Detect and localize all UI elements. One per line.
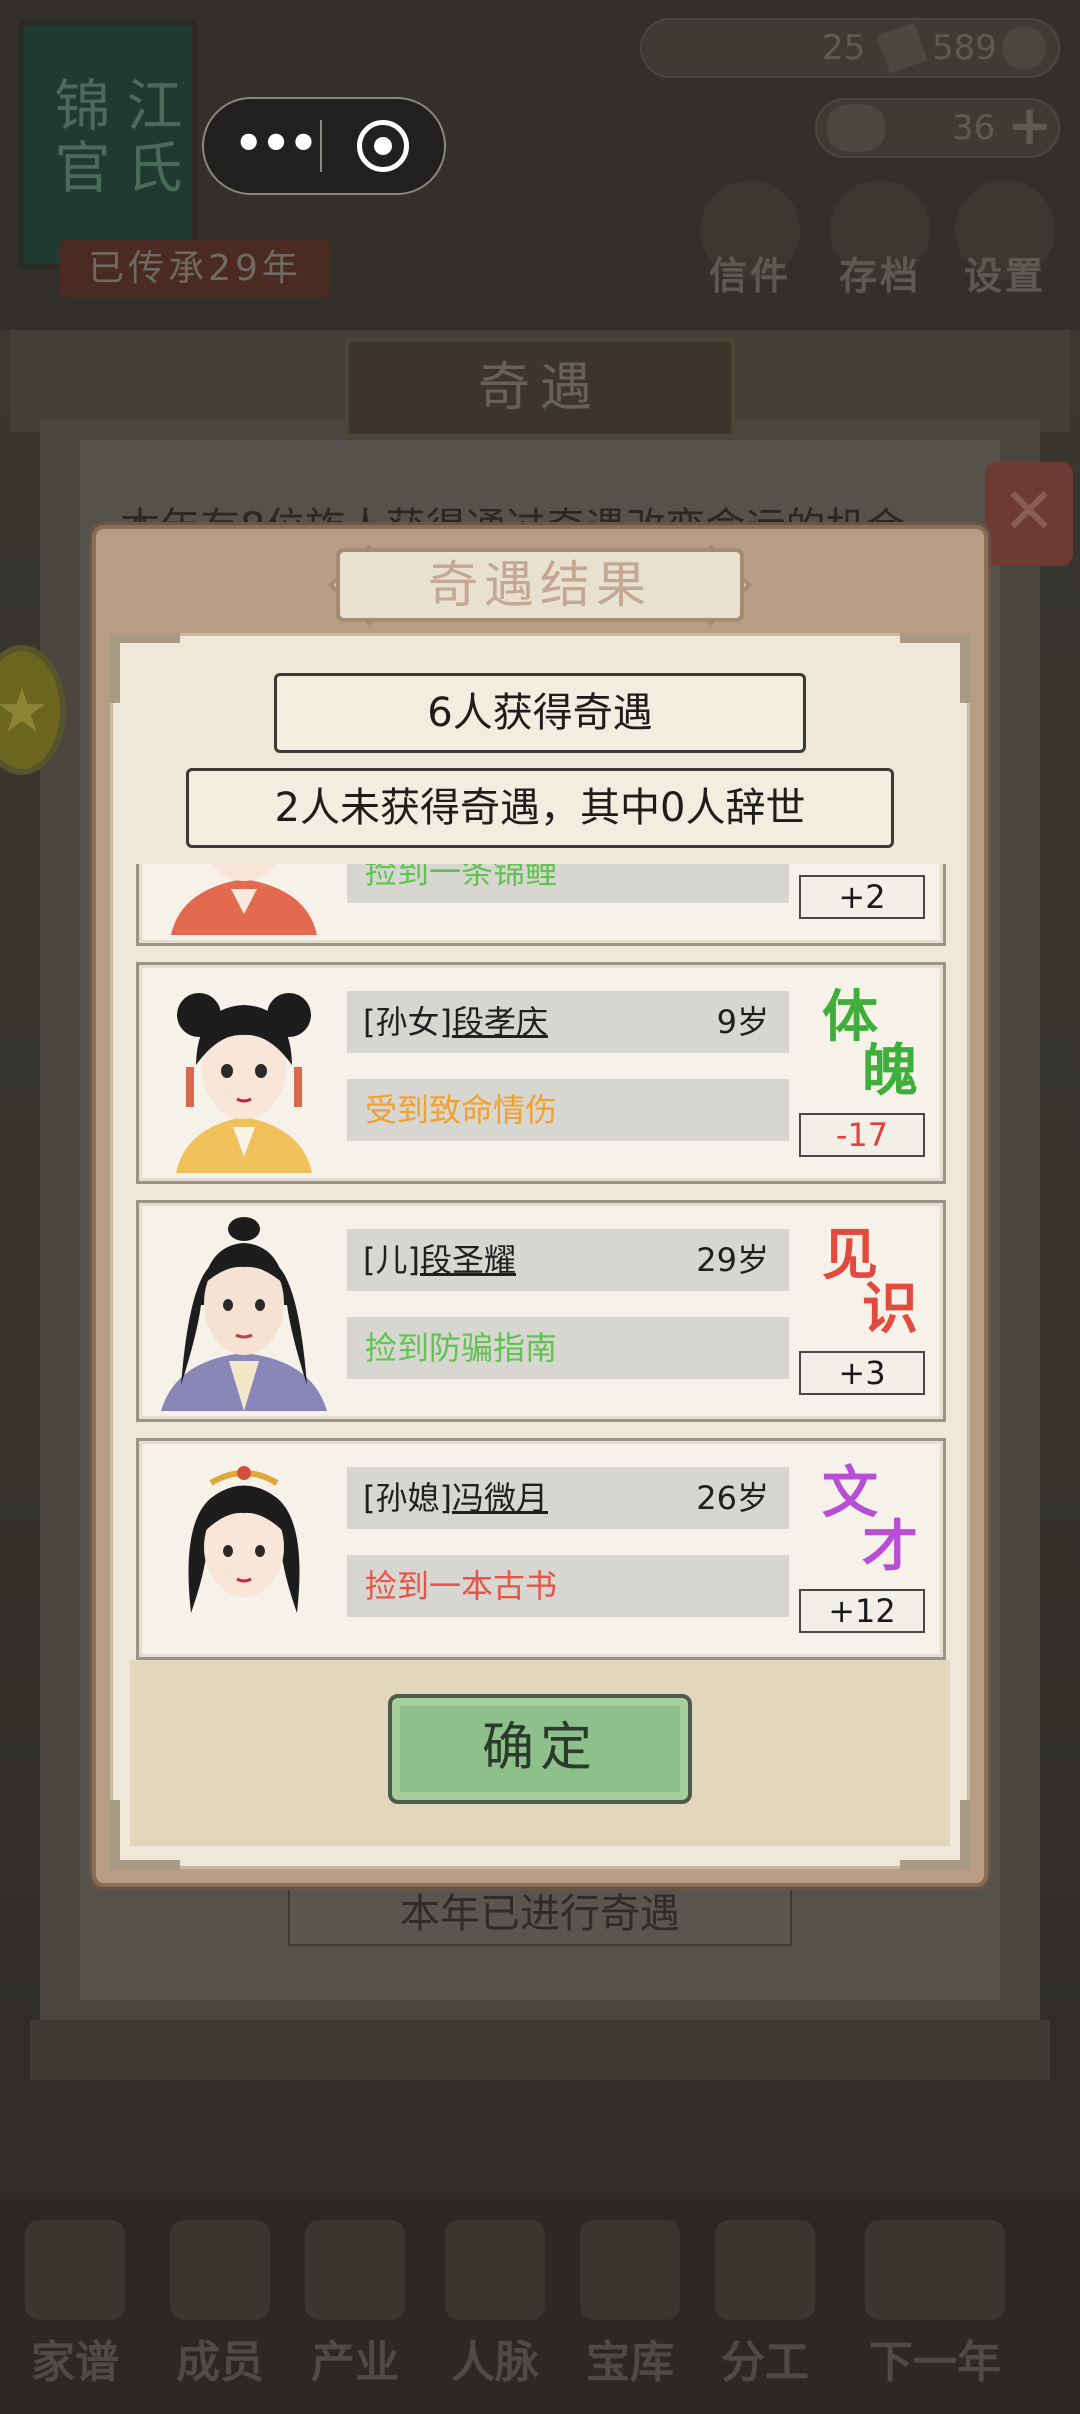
- list-item: [孙女]段孝庆 9岁 受到致命情伤 体 魄 -17: [136, 962, 946, 1184]
- member-name[interactable]: 段孝庆: [452, 1003, 548, 1041]
- member-name-row: [孙女]段孝庆 9岁: [347, 991, 789, 1053]
- clan-plaque: 锦官 江氏: [18, 20, 198, 270]
- encounter-list[interactable]: 捡到一条锦鲤 资 +2: [130, 864, 950, 1660]
- clan-char-1: 锦: [45, 76, 110, 138]
- inherit-years-label: 已传承29年: [60, 240, 330, 298]
- member-name[interactable]: 冯微月: [452, 1479, 548, 1517]
- member-age: 9岁: [716, 1003, 769, 1041]
- event-text: 受到致命情伤: [347, 1079, 789, 1141]
- avatar: [151, 977, 337, 1173]
- save-label: 存档: [838, 254, 921, 298]
- stat-char-2: 识: [862, 1276, 918, 1342]
- event-text: 捡到一条锦鲤: [347, 864, 789, 903]
- close-miniapp-icon-dot: [374, 137, 392, 155]
- next-year-icon: [865, 2220, 1005, 2320]
- stat-delta: +2: [799, 875, 925, 919]
- panel-bottom-frame: [30, 2020, 1050, 2080]
- modal-title: 奇遇结果: [336, 548, 744, 622]
- settings-label: 设置: [963, 254, 1046, 298]
- members-icon: [170, 2220, 270, 2320]
- nav-next-year[interactable]: 下一年: [845, 2220, 1025, 2388]
- currency-bar: 25 589: [640, 18, 1060, 78]
- stat-delta: -17: [799, 1113, 925, 1157]
- event-text: 捡到防骗指南: [347, 1317, 789, 1379]
- corner-ornament: [900, 1800, 970, 1870]
- member-name-row: [儿]段圣耀 29岁: [347, 1229, 789, 1291]
- gold-ingot-icon: [827, 104, 885, 152]
- summary-gained: 6人获得奇遇: [274, 673, 806, 753]
- corner-ornament: [900, 633, 970, 703]
- summary-missed: 2人未获得奇遇，其中0人辞世: [186, 768, 894, 848]
- avatar: [151, 1453, 337, 1649]
- avatar: [151, 864, 337, 935]
- stat-char-2: 魄: [862, 1038, 918, 1104]
- division-icon: [715, 2220, 815, 2320]
- stat-char-2: 才: [862, 1514, 918, 1580]
- done-status-label: 本年已进行奇遇: [288, 1882, 792, 1946]
- corner-ornament: [110, 633, 180, 703]
- gold-bar[interactable]: 36 +: [815, 98, 1060, 158]
- nav-members[interactable]: 成员: [150, 2220, 290, 2388]
- corner-ornament: [110, 1800, 180, 1870]
- gold-value: 36: [952, 108, 996, 148]
- treasury-icon: [580, 2220, 680, 2320]
- nav-treasury[interactable]: 宝库: [560, 2220, 700, 2388]
- currency-2-value: 589: [932, 28, 997, 68]
- stat-delta: +3: [799, 1351, 925, 1395]
- clan-char-4: 氏: [117, 138, 182, 200]
- network-icon: [445, 2220, 545, 2320]
- capsule-divider: [320, 120, 322, 172]
- list-item: [儿]段圣耀 29岁 捡到防骗指南 见 识 +3: [136, 1200, 946, 1422]
- nav-division[interactable]: 分工: [695, 2220, 835, 2388]
- close-icon[interactable]: ✕: [985, 462, 1073, 566]
- clan-char-3: 官: [45, 138, 110, 200]
- member-name[interactable]: 段圣耀: [420, 1241, 516, 1279]
- ticket-icon: [876, 22, 928, 74]
- nav-network[interactable]: 人脉: [425, 2220, 565, 2388]
- currency-1-value: 25: [822, 28, 866, 68]
- bottom-strip: [0, 2090, 1080, 2190]
- add-icon[interactable]: +: [1007, 98, 1052, 154]
- stat-delta: +12: [799, 1589, 925, 1633]
- genealogy-icon: [25, 2220, 125, 2320]
- member-name-row: [孙媳]冯微月 26岁: [347, 1467, 789, 1529]
- industry-icon: [305, 2220, 405, 2320]
- letter-label: 信件: [708, 254, 791, 298]
- coin-icon: [1002, 26, 1046, 70]
- member-age: 26岁: [696, 1479, 769, 1517]
- member-age: 29岁: [696, 1241, 769, 1279]
- list-item: 捡到一条锦鲤 资 +2: [136, 864, 946, 946]
- nav-genealogy[interactable]: 家谱: [5, 2220, 145, 2388]
- confirm-button[interactable]: 确定: [388, 1694, 692, 1804]
- panel-title: 奇遇: [345, 338, 735, 438]
- stat-char-2: 资: [851, 864, 921, 867]
- event-text: 捡到一本古书: [347, 1555, 789, 1617]
- clan-char-2: 江: [117, 76, 182, 138]
- nav-industry[interactable]: 产业: [285, 2220, 425, 2388]
- avatar: [151, 1215, 337, 1411]
- list-item: [孙媳]冯微月 26岁 捡到一本古书 文 才 +12: [136, 1438, 946, 1660]
- more-options-icon[interactable]: •••: [234, 118, 318, 174]
